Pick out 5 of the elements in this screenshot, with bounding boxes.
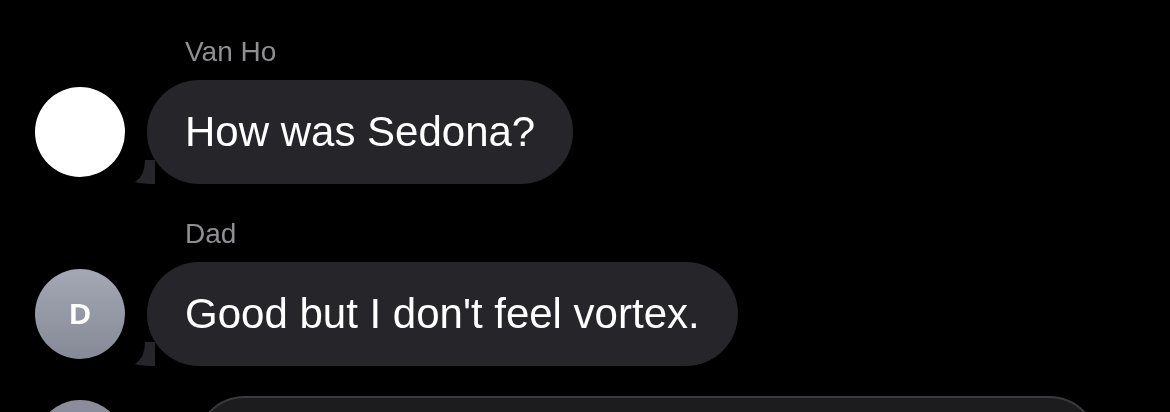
bubble-tail <box>135 342 155 366</box>
sender-name: Van Ho <box>184 35 278 69</box>
avatar[interactable]: D <box>35 269 125 359</box>
bubble-tail <box>135 160 155 184</box>
sender-name: Dad <box>184 217 238 251</box>
